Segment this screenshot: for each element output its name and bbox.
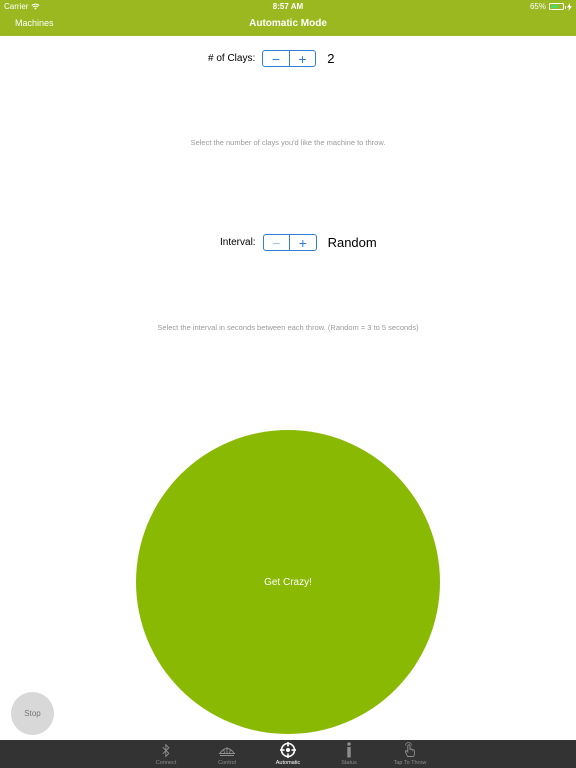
info-icon: [340, 742, 358, 758]
clays-label: # of Clays:: [208, 53, 256, 64]
page-title: Automatic Mode: [249, 18, 327, 29]
tab-status[interactable]: Status: [319, 740, 380, 768]
clays-hint: Select the number of clays you'd like th…: [190, 138, 386, 147]
battery-percent: 65%: [529, 2, 546, 11]
charging-bolt-icon: [567, 2, 572, 11]
trap-machine-icon: [218, 742, 236, 758]
tab-label: Connect: [155, 760, 177, 766]
get-crazy-button[interactable]: Get Crazy!: [136, 430, 440, 734]
clays-stepper[interactable]: − +: [262, 50, 317, 67]
interval-row: Interval: − + Random: [220, 234, 377, 251]
stop-button[interactable]: Stop: [11, 692, 54, 735]
clays-increment-button[interactable]: +: [290, 51, 316, 66]
interval-label: Interval:: [220, 237, 256, 248]
battery-icon: [549, 3, 566, 10]
interval-increment-button[interactable]: +: [290, 235, 316, 250]
tab-label: Automatic: [275, 760, 301, 766]
tap-hand-icon: [401, 742, 419, 758]
tab-tap-to-throw[interactable]: Tap To Throw: [380, 740, 441, 768]
interval-value: Random: [327, 235, 377, 250]
battery-level: [551, 5, 559, 8]
crosshair-icon: [279, 742, 297, 758]
tab-label: Status: [341, 760, 357, 766]
clays-value: 2: [327, 51, 335, 66]
tab-control[interactable]: Control: [197, 740, 258, 768]
status-time: 8:57 AM: [272, 2, 304, 11]
interval-hint: Select the interval in seconds between e…: [157, 323, 419, 332]
bluetooth-icon: [157, 742, 175, 758]
tab-bar: Connect Control Automatic Status Tap To …: [0, 740, 576, 768]
tab-connect[interactable]: Connect: [136, 740, 197, 768]
status-battery: 65%: [530, 2, 572, 11]
tab-label: Tap To Throw: [393, 760, 427, 766]
tab-label: Control: [218, 760, 236, 766]
clays-row: # of Clays: − + 2: [208, 50, 334, 67]
clays-decrement-button[interactable]: −: [263, 51, 289, 66]
interval-decrement-button[interactable]: −: [264, 235, 290, 250]
navigation-bar: Carrier 8:57 AM 65% Machines Automatic M…: [0, 0, 576, 36]
tab-automatic[interactable]: Automatic: [258, 740, 319, 768]
interval-stepper[interactable]: − +: [262, 234, 317, 251]
